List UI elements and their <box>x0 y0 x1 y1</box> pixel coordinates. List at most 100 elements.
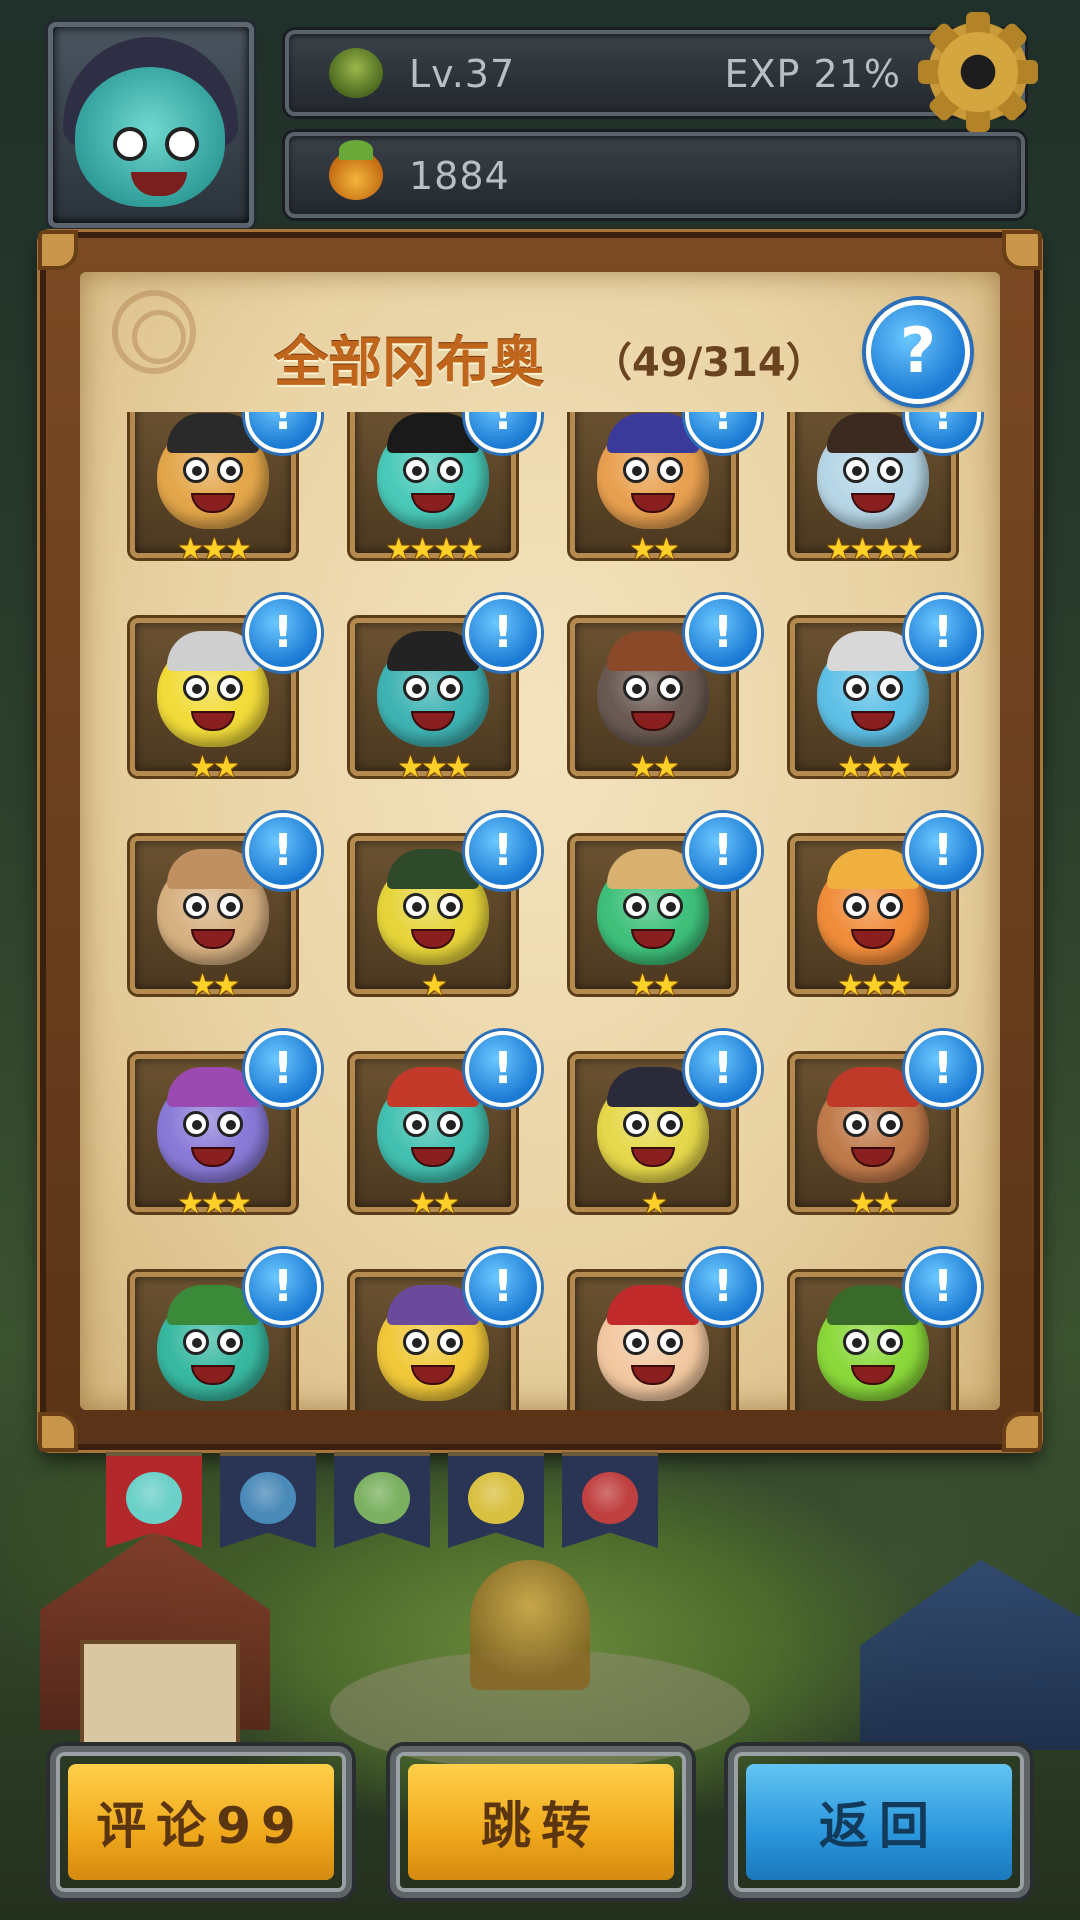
fruit-icon <box>329 140 383 200</box>
gumball-pupil <box>192 466 202 476</box>
tab-all[interactable] <box>106 1452 202 1548</box>
gumball-card[interactable]: ★★! <box>570 412 761 565</box>
help-button[interactable]: ? <box>866 300 970 404</box>
gumball-portrait <box>597 1067 709 1183</box>
back-button[interactable]: 返回 <box>728 1746 1030 1898</box>
exclamation-icon[interactable]: ! <box>245 813 321 889</box>
gumball-card[interactable]: ★★! <box>350 1031 541 1219</box>
exclamation-icon[interactable]: ! <box>245 1249 321 1325</box>
gumball-card[interactable]: ★★★★! <box>350 412 541 565</box>
comment-button[interactable]: 评论99 <box>50 1746 352 1898</box>
tab-green[interactable] <box>334 1452 430 1548</box>
exclamation-icon[interactable]: ! <box>685 1031 761 1107</box>
comment-button-label: 评论99 <box>96 1797 306 1855</box>
gumball-mouth <box>411 711 455 731</box>
gumball-eye <box>623 893 649 919</box>
gumball-eye <box>217 1329 243 1355</box>
gumball-card[interactable]: ★! <box>350 813 541 1001</box>
gumball-eye <box>657 893 683 919</box>
gumball-card[interactable]: ★★! <box>570 813 761 1001</box>
tab-red[interactable] <box>562 1452 658 1548</box>
gumball-pupil <box>886 1120 896 1130</box>
tab-blue[interactable] <box>220 1452 316 1548</box>
swirl-decoration <box>112 290 196 374</box>
gumball-pupil <box>666 1120 676 1130</box>
background-statue <box>470 1560 590 1690</box>
gumball-mouth <box>631 1365 675 1385</box>
gumball-card[interactable]: ★★★! <box>350 595 541 783</box>
exclamation-icon[interactable]: ! <box>245 1031 321 1107</box>
exclamation-icon[interactable]: ! <box>685 813 761 889</box>
exclamation-icon[interactable]: ! <box>465 1031 541 1107</box>
gumball-card[interactable]: ★★! <box>130 813 321 1001</box>
gumball-pupil <box>632 902 642 912</box>
jump-button[interactable]: 跳转 <box>390 1746 692 1898</box>
gumball-eye <box>877 1329 903 1355</box>
exclamation-icon[interactable]: ! <box>905 1249 981 1325</box>
exclamation-icon[interactable]: ! <box>465 1249 541 1325</box>
gumball-eye <box>217 1111 243 1137</box>
gumball-portrait <box>157 631 269 747</box>
star-rating: ★★ <box>629 532 680 567</box>
gumball-card[interactable]: ★★★! <box>790 813 981 1001</box>
gumball-eye <box>437 1329 463 1355</box>
gumball-eye <box>403 1329 429 1355</box>
gumball-pupil <box>192 1338 202 1348</box>
gumball-portrait <box>377 1285 489 1401</box>
gumball-mouth <box>411 1147 455 1167</box>
gumball-eye <box>623 1329 649 1355</box>
exclamation-icon[interactable]: ! <box>905 1031 981 1107</box>
gumball-eye <box>843 1111 869 1137</box>
exclamation-icon[interactable]: ! <box>685 1249 761 1325</box>
exclamation-icon[interactable]: ! <box>245 595 321 671</box>
gumball-eye <box>877 675 903 701</box>
gumball-eye <box>657 675 683 701</box>
currency-bar: 1884 <box>285 132 1025 218</box>
exclamation-icon[interactable]: ! <box>465 595 541 671</box>
gumball-portrait <box>597 631 709 747</box>
gumball-card[interactable]: ★★★! <box>130 1031 321 1219</box>
exclamation-icon[interactable]: ! <box>465 813 541 889</box>
panel-corner <box>38 230 78 270</box>
tab-gumball-icon <box>354 1472 410 1524</box>
tab-yellow[interactable] <box>448 1452 544 1548</box>
gumball-pupil <box>666 466 676 476</box>
panel-corner <box>1002 230 1042 270</box>
star-rating: ★★ <box>629 968 680 1003</box>
gumball-eye <box>657 1111 683 1137</box>
star-rating: ★★ <box>189 968 240 1003</box>
gumball-portrait <box>597 1285 709 1401</box>
exclamation-icon[interactable]: ! <box>685 595 761 671</box>
gumball-pupil <box>446 466 456 476</box>
avatar-eye-right <box>165 127 199 161</box>
gumball-card[interactable]: ★★! <box>570 595 761 783</box>
gumball-card[interactable]: ★★★★! <box>790 412 981 565</box>
gumball-card[interactable]: ! <box>570 1249 761 1410</box>
gumball-card[interactable]: ★! <box>570 1031 761 1219</box>
gumball-pupil <box>666 1338 676 1348</box>
gumball-pupil <box>192 902 202 912</box>
star-rating: ★ <box>641 1186 668 1221</box>
gumball-card[interactable]: ! <box>790 1249 981 1410</box>
gear-icon[interactable] <box>918 12 1038 132</box>
gumball-portrait <box>597 413 709 529</box>
exp-text: EXP 21% <box>724 52 901 96</box>
exclamation-icon[interactable]: ! <box>905 813 981 889</box>
gumball-pupil <box>226 1120 236 1130</box>
exclamation-icon[interactable]: ! <box>905 595 981 671</box>
level-text: Lv.37 <box>409 52 516 96</box>
card-grid-viewport[interactable]: ★★★! ★★★★! ★★! ★★★★! ★★! ★★★! ★★! ★★★! ★★! ★! ★★! ★… <box>74 412 1006 1410</box>
gumball-card[interactable]: ! <box>350 1249 541 1410</box>
gumball-card[interactable]: ★★! <box>790 1031 981 1219</box>
gumball-card[interactable]: ★★★! <box>130 412 321 565</box>
gumball-card[interactable]: ★★★! <box>790 595 981 783</box>
gumball-card[interactable]: ★★! <box>130 595 321 783</box>
star-rating: ★★ <box>409 1186 460 1221</box>
gumball-card[interactable]: ! <box>130 1249 321 1410</box>
gumball-mouth <box>191 493 235 513</box>
gumball-portrait <box>817 1285 929 1401</box>
panel-title: 全部冈布奥 <box>274 331 544 394</box>
gumball-eye <box>877 1111 903 1137</box>
player-avatar[interactable] <box>48 22 254 228</box>
gumball-mouth <box>411 929 455 949</box>
